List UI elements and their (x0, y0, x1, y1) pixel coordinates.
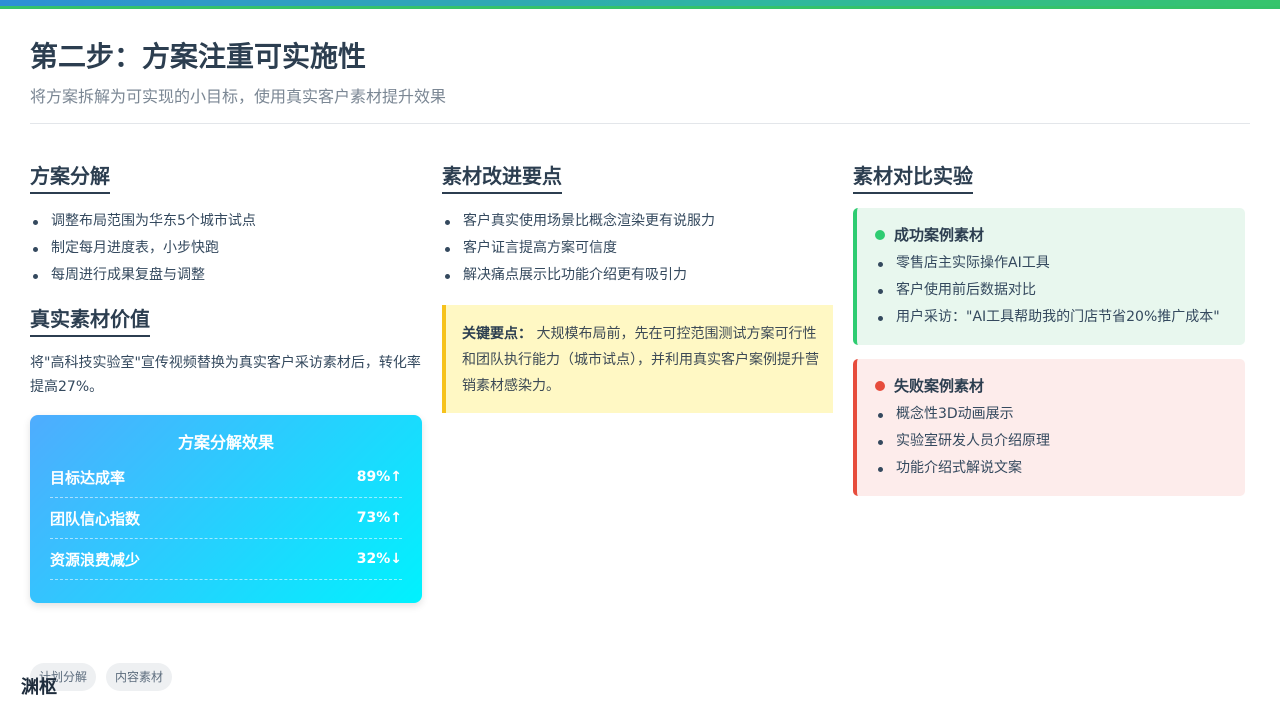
improve-list: 客户真实使用场景比概念渲染更有说服力 客户证言提高方案可信度 解决痛点展示比功能… (442, 208, 834, 289)
value-section-title: 真实素材价值 (30, 305, 150, 337)
failure-case-item: 功能介绍式解说文案 (875, 455, 1227, 482)
column-improve: 素材改进要点 客户真实使用场景比概念渲染更有说服力 客户证言提高方案可信度 解决… (442, 162, 834, 413)
effect-row-value: 32%↓ (356, 551, 402, 567)
page-subtitle: 将方案拆解为可实现的小目标，使用真实客户素材提升效果 (30, 87, 447, 106)
effect-row-value: 89%↑ (356, 469, 402, 485)
key-point-note: 关键要点： 大规模布局前，先在可控范围测试方案可行性和团队执行能力（城市试点），… (442, 305, 833, 413)
improve-list-item: 客户真实使用场景比概念渲染更有说服力 (442, 208, 834, 235)
improve-list-item: 客户证言提高方案可信度 (442, 235, 834, 262)
failure-case-list: 概念性3D动画展示 实验室研发人员介绍原理 功能介绍式解说文案 (875, 401, 1227, 482)
column-compare: 素材对比实验 成功案例素材 零售店主实际操作AI工具 客户使用前后数据对比 用户… (853, 162, 1245, 496)
plan-list-item: 调整布局范围为华东5个城市试点 (30, 208, 422, 235)
improve-section-title: 素材改进要点 (442, 162, 562, 194)
page-header: 第二步：方案注重可实施性 将方案拆解为可实现的小目标，使用真实客户素材提升效果 (30, 38, 1250, 124)
success-case-title: 成功案例素材 (894, 226, 985, 244)
failure-case-item: 实验室研发人员介绍原理 (875, 428, 1227, 455)
value-paragraph: 将"高科技实验室"宣传视频替换为真实客户采访素材后，转化率提高27%。 (30, 355, 421, 395)
effect-card-title: 方案分解效果 (177, 433, 274, 452)
brand-logo: 渊枢 (21, 677, 57, 698)
effect-row-label: 目标达成率 (50, 468, 126, 487)
effect-row: 目标达成率 89%↑ (50, 457, 402, 498)
effect-row: 资源浪费减少 32%↓ (50, 539, 402, 580)
key-point-label: 关键要点： (462, 326, 532, 342)
improve-list-item: 解决痛点展示比功能介绍更有吸引力 (442, 262, 834, 289)
plan-list: 调整布局范围为华东5个城市试点 制定每月进度表，小步快跑 每周进行成果复盘与调整 (30, 208, 422, 289)
effect-row-label: 资源浪费减少 (50, 550, 141, 569)
success-case-item: 零售店主实际操作AI工具 (875, 250, 1227, 277)
effect-card: 方案分解效果 目标达成率 89%↑ 团队信心指数 73%↑ 资源浪费减少 32%… (30, 415, 422, 603)
success-case-item: 客户使用前后数据对比 (875, 277, 1227, 304)
column-plan: 方案分解 调整布局范围为华东5个城市试点 制定每月进度表，小步快跑 每周进行成果… (30, 162, 422, 603)
top-accent-bar (0, 0, 1280, 9)
success-case-item: 用户采访："AI工具帮助我的门店节省20%推广成本" (875, 304, 1227, 331)
plan-list-item: 每周进行成果复盘与调整 (30, 262, 422, 289)
success-case-list: 零售店主实际操作AI工具 客户使用前后数据对比 用户采访："AI工具帮助我的门店… (875, 250, 1227, 331)
failure-case-title: 失败案例素材 (894, 377, 985, 395)
effect-row: 团队信心指数 73%↑ (50, 498, 402, 539)
success-case-card: 成功案例素材 零售店主实际操作AI工具 客户使用前后数据对比 用户采访："AI工… (853, 208, 1245, 345)
failure-case-card: 失败案例素材 概念性3D动画展示 实验室研发人员介绍原理 功能介绍式解说文案 (853, 359, 1245, 496)
plan-section-title: 方案分解 (30, 162, 110, 194)
effect-row-value: 73%↑ (356, 510, 402, 526)
compare-section-title: 素材对比实验 (853, 162, 973, 194)
tag-chip[interactable]: 内容素材 (106, 663, 173, 691)
page-title: 第二步：方案注重可实施性 (30, 40, 367, 73)
failure-case-item: 概念性3D动画展示 (875, 401, 1227, 428)
effect-row-label: 团队信心指数 (50, 509, 141, 528)
plan-list-item: 制定每月进度表，小步快跑 (30, 235, 422, 262)
failure-dot-icon (875, 381, 885, 391)
success-dot-icon (875, 230, 885, 240)
